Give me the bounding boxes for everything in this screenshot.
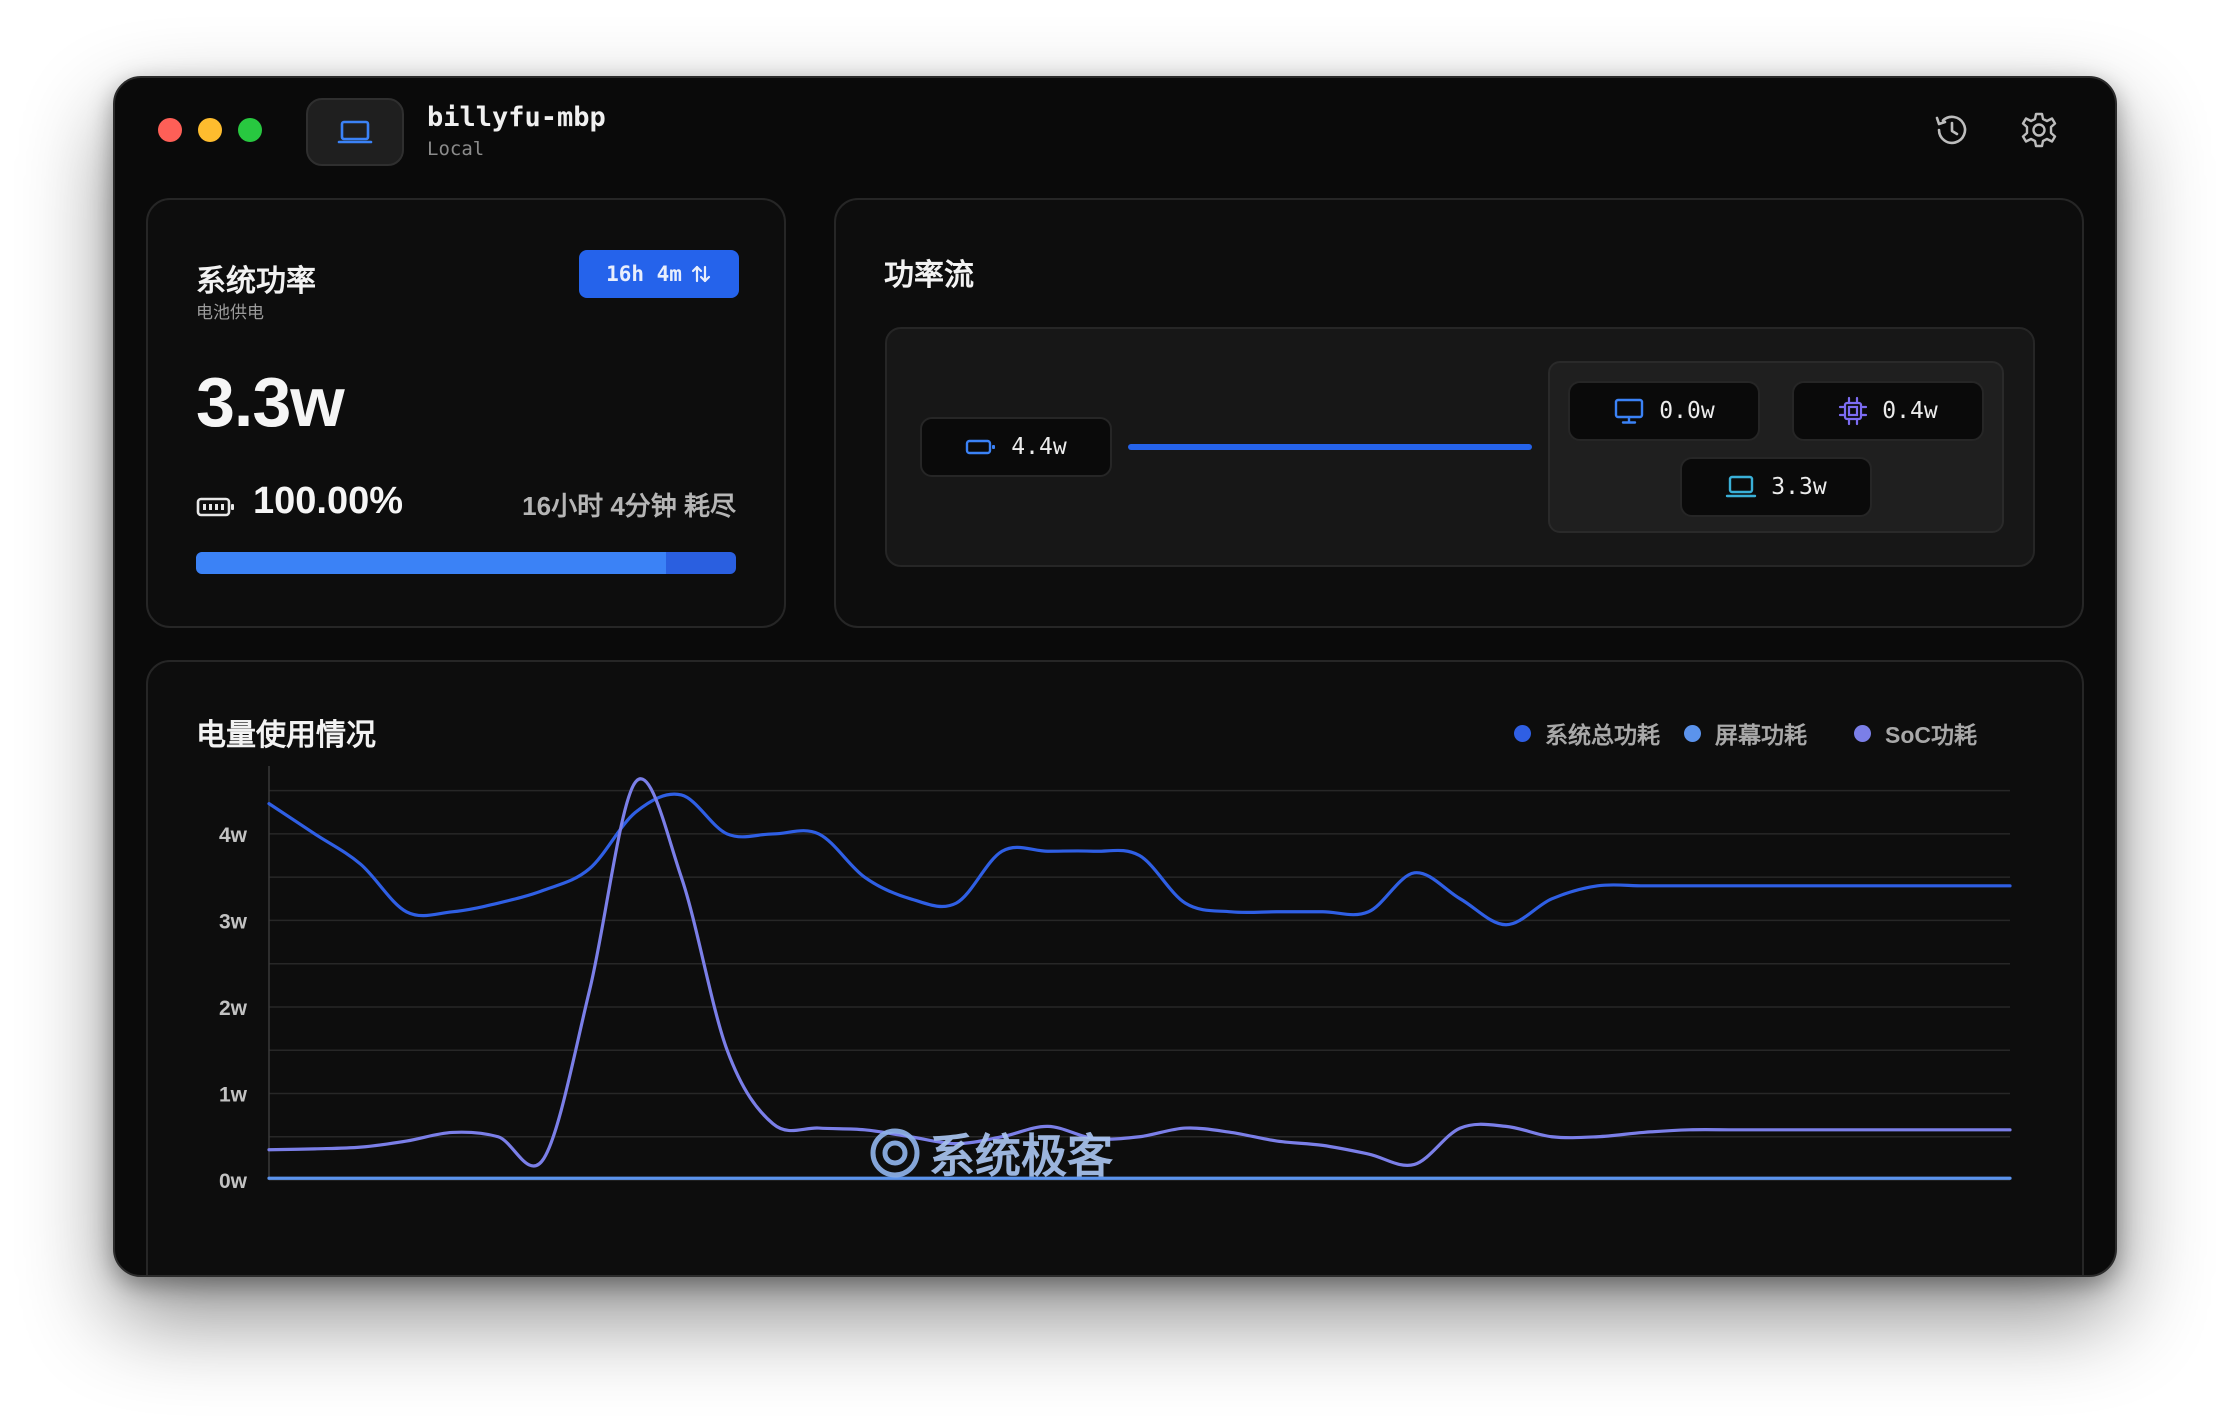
current-power: 3.3w bbox=[196, 363, 345, 441]
battery-icon bbox=[966, 439, 996, 455]
system-consumer-value: 3.3w bbox=[1771, 474, 1827, 500]
y-tick-label: 3w bbox=[219, 910, 248, 933]
system-power-title: 系统功率 bbox=[196, 265, 316, 298]
y-tick-label: 0w bbox=[219, 1170, 248, 1193]
close-window-button[interactable] bbox=[158, 118, 182, 142]
battery-progress-bar bbox=[196, 552, 736, 574]
watermark-text: 系统极客 bbox=[929, 1130, 1113, 1182]
sort-arrows-icon bbox=[691, 265, 711, 283]
battery-remaining-time: 16小时 4分钟 耗尽 bbox=[522, 491, 736, 521]
power-source-label: 电池供电 bbox=[196, 303, 264, 322]
consumer-group: 0.0w 0.4w 3.3w bbox=[1548, 361, 2004, 533]
zoom-window-button[interactable] bbox=[238, 118, 262, 142]
watermark-logo-icon bbox=[870, 1128, 920, 1178]
host-name: billyfu-mbp bbox=[427, 102, 606, 133]
app-window: billyfu-mbp Local 系统功率 电池供电 16h 4m 3.3w … bbox=[113, 76, 2117, 1277]
series-line-soc bbox=[267, 777, 2012, 1168]
minimize-window-button[interactable] bbox=[198, 118, 222, 142]
laptop-icon bbox=[1726, 475, 1757, 498]
gear-icon bbox=[2021, 112, 2057, 148]
power-flow-card: 功率流 4.4w 0.0w 0.4w 3.3w bbox=[834, 198, 2084, 628]
laptop-icon bbox=[337, 120, 373, 144]
monitor-icon bbox=[1615, 398, 1644, 424]
system-power-card: 系统功率 电池供电 16h 4m 3.3w 100.00% 16小时 4分钟 耗… bbox=[146, 198, 786, 628]
device-selector-button[interactable] bbox=[306, 98, 404, 166]
usage-line-chart: 0w 1w 2w 3w 4w bbox=[219, 766, 2012, 1193]
cpu-icon bbox=[1839, 396, 1868, 426]
battery-progress-fill bbox=[196, 552, 666, 574]
host-subtitle: Local bbox=[427, 138, 485, 160]
history-button[interactable] bbox=[1929, 108, 1973, 152]
soc-consumer-chip: 0.4w bbox=[1792, 381, 1984, 441]
settings-button[interactable] bbox=[2017, 108, 2061, 152]
battery-source-chip: 4.4w bbox=[920, 417, 1112, 477]
y-tick-label: 4w bbox=[219, 824, 248, 847]
power-flow-title: 功率流 bbox=[884, 259, 974, 292]
y-tick-label: 1w bbox=[219, 1083, 248, 1106]
history-icon bbox=[1935, 115, 1967, 145]
time-remaining-value: 16h 4m bbox=[606, 262, 682, 286]
y-tick-label: 2w bbox=[219, 997, 248, 1020]
system-consumer-chip: 3.3w bbox=[1680, 457, 1872, 517]
battery-percentage: 100.00% bbox=[253, 480, 404, 522]
time-remaining-toggle[interactable]: 16h 4m bbox=[579, 250, 739, 298]
watermark: 系统极客 bbox=[867, 1120, 1113, 1186]
display-consumer-value: 0.0w bbox=[1659, 398, 1715, 424]
power-flow-diagram: 4.4w 0.0w 0.4w 3.3w bbox=[885, 327, 2035, 567]
battery-icon bbox=[196, 497, 234, 517]
soc-consumer-value: 0.4w bbox=[1882, 398, 1938, 424]
battery-source-value: 4.4w bbox=[1011, 434, 1067, 460]
series-line-total bbox=[267, 792, 2012, 927]
power-flow-line bbox=[1128, 444, 1532, 450]
display-consumer-chip: 0.0w bbox=[1568, 381, 1760, 441]
usage-chart-card: 电量使用情况 系统总功耗 屏幕功耗 SoC功耗 0w 1w 2w 3w 4w bbox=[146, 660, 2084, 1275]
